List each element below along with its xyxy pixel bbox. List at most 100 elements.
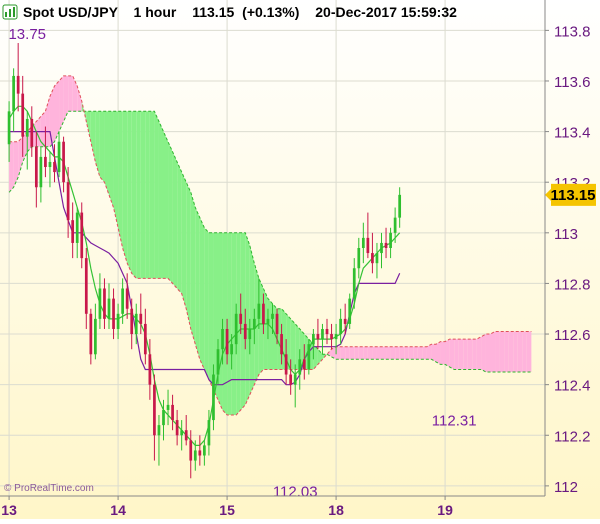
candle-body xyxy=(12,75,15,112)
cloud-segment xyxy=(218,232,223,410)
candle-body xyxy=(193,450,197,461)
price-change: (+0.13%) xyxy=(242,4,299,20)
cloud-segment xyxy=(336,346,341,360)
cloud-segment xyxy=(172,151,178,289)
cloud-segment xyxy=(158,121,164,279)
chart-background xyxy=(0,0,600,519)
cloud-segment xyxy=(199,217,205,370)
cloud-segment xyxy=(186,182,191,329)
cloud-segment xyxy=(381,346,387,360)
cloud-segment xyxy=(440,341,446,365)
cloud-segment xyxy=(222,232,228,416)
watermark: © ProRealTime.com xyxy=(4,483,94,494)
candle-body xyxy=(44,156,47,168)
cloud-segment xyxy=(413,346,418,360)
candle-body xyxy=(293,374,297,385)
cloud-segment xyxy=(476,336,482,370)
cloud-segment xyxy=(263,288,268,370)
chart-icon-bar xyxy=(9,9,11,17)
candle-body xyxy=(316,334,320,340)
candle-body xyxy=(39,156,43,188)
candle-body xyxy=(116,313,120,329)
candle-body xyxy=(302,359,306,370)
cloud-segment xyxy=(40,111,46,147)
candle-body xyxy=(75,212,79,243)
candle-body xyxy=(257,303,261,319)
candle-body xyxy=(243,323,247,340)
chart-icon[interactable] xyxy=(2,4,18,20)
candle-body xyxy=(189,440,193,461)
current-price-label: 113.15 xyxy=(550,187,595,204)
cloud-segment xyxy=(436,341,441,365)
candle-body xyxy=(148,354,152,385)
candle-body xyxy=(175,420,179,436)
candle-body xyxy=(153,384,156,436)
candle-body xyxy=(203,445,206,456)
candle-body xyxy=(262,303,265,324)
candle-body xyxy=(248,328,252,340)
cloud-segment xyxy=(499,331,505,372)
cloud-segment xyxy=(145,111,150,279)
y-tick-label: 112.2 xyxy=(554,428,590,445)
cloud-segment xyxy=(422,346,427,360)
cloud-segment xyxy=(136,111,141,279)
candle-body xyxy=(361,237,365,248)
candle-body xyxy=(180,430,184,436)
cloud-segment xyxy=(490,331,496,372)
instrument-name: Spot USD/JPY xyxy=(23,4,119,20)
candle-body xyxy=(371,253,374,264)
cloud-segment xyxy=(454,339,459,370)
chart-icon-bar xyxy=(13,7,15,17)
cloud-segment xyxy=(163,131,169,279)
cloud-segment xyxy=(449,339,455,370)
candle-body xyxy=(212,374,215,421)
candle-body xyxy=(207,420,211,446)
candle-body xyxy=(321,328,324,340)
timeframe: 1 hour xyxy=(134,4,177,20)
candle-body xyxy=(80,212,84,259)
x-tick-label: 13 xyxy=(1,502,17,518)
candle-body xyxy=(343,318,347,324)
candle-body xyxy=(121,288,124,314)
candle-body xyxy=(162,409,165,426)
cloud-segment xyxy=(522,331,527,372)
cloud-segment xyxy=(526,331,532,372)
candle-body xyxy=(280,334,283,355)
candle-body xyxy=(143,323,147,355)
candle-body xyxy=(352,268,356,299)
candle-body xyxy=(289,374,293,385)
cloud-segment xyxy=(386,346,391,360)
candle-body xyxy=(221,328,224,350)
cloud-segment xyxy=(504,331,509,372)
y-tick-label: 112.4 xyxy=(554,378,590,395)
candle-body xyxy=(325,328,329,335)
candle-body xyxy=(62,141,65,183)
y-tick-label: 113.4 xyxy=(554,125,590,142)
candle-body xyxy=(284,354,288,375)
cloud-segment xyxy=(227,232,232,416)
timestamp: 20-Dec-2017 15:59:32 xyxy=(315,4,457,20)
cloud-segment xyxy=(513,331,518,372)
candle-body xyxy=(234,313,238,345)
candle-body xyxy=(84,258,88,314)
candle-body xyxy=(7,111,11,145)
cloud-segment xyxy=(408,346,414,360)
candle-body xyxy=(339,318,342,335)
price-extreme-label: 112.03 xyxy=(273,483,318,500)
cloud-segment xyxy=(99,111,105,183)
candle-body xyxy=(380,242,383,254)
cloud-segment xyxy=(399,346,405,360)
cloud-segment xyxy=(9,141,14,193)
cloud-segment xyxy=(395,346,400,360)
cloud-segment xyxy=(417,346,423,360)
y-tick-label: 113 xyxy=(554,226,578,243)
cloud-segment xyxy=(104,111,109,195)
candle-body xyxy=(89,313,93,355)
cloud-segment xyxy=(354,346,359,360)
cloud-segment xyxy=(168,141,173,284)
candle-body xyxy=(184,430,188,441)
y-tick-label: 113.6 xyxy=(554,74,590,91)
cloud-segment xyxy=(208,232,214,390)
candle-body xyxy=(157,425,161,436)
cloud-segment xyxy=(290,318,296,370)
